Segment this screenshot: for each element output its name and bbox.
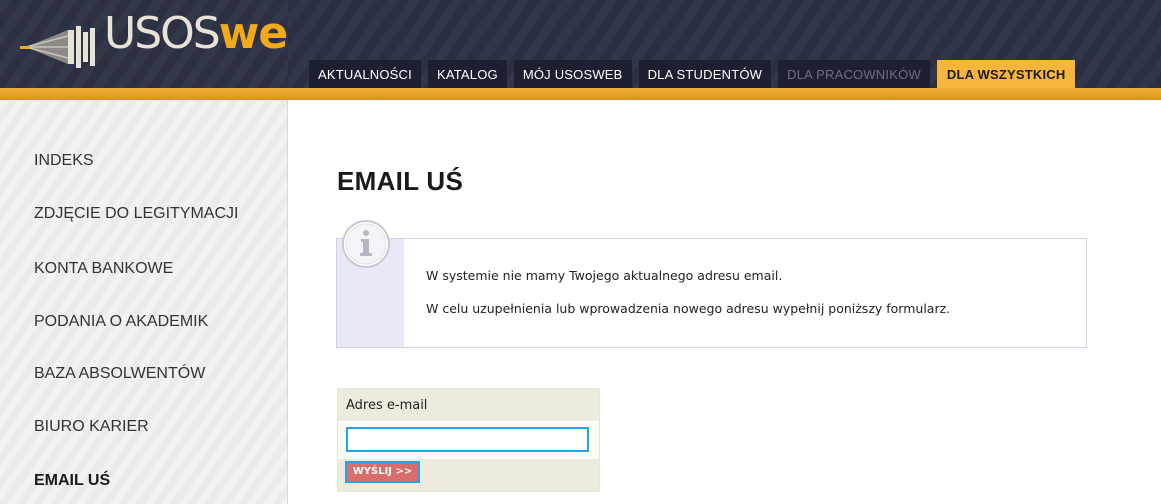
info-line-2: W celu uzupełnienia lub wprowadzenia now… xyxy=(426,301,951,316)
sidebar-item-email-us[interactable]: EMAIL UŚ xyxy=(34,472,110,490)
sidebar-item-indeks[interactable]: INDEKS xyxy=(34,152,94,170)
sidebar-item-zdjecie-do-legitymacji[interactable]: ZDJĘCIE DO LEGITYMACJI xyxy=(34,205,238,223)
email-input[interactable] xyxy=(346,427,589,452)
tab-dla-studentow[interactable]: DLA STUDENTÓW xyxy=(638,60,772,88)
info-icon xyxy=(342,220,390,268)
tab-katalog[interactable]: KATALOG xyxy=(427,60,507,88)
tab-aktualnosci[interactable]: AKTUALNOŚCI xyxy=(309,60,421,88)
header-accent-bar xyxy=(0,88,1161,100)
info-line-1: W systemie nie mamy Twojego aktualnego a… xyxy=(426,268,783,283)
form-label-row: Adres e-mail xyxy=(338,389,599,423)
tab-dla-wszystkich[interactable]: DLA WSZYSTKICH xyxy=(936,60,1076,88)
logo-text: USOSweb xyxy=(104,8,319,59)
main-tabs: AKTUALNOŚCI KATALOG MÓJ USOSWEB DLA STUD… xyxy=(309,60,1082,88)
logo-bars-icon xyxy=(20,26,95,68)
tab-moj-usosweb[interactable]: MÓJ USOSWEB xyxy=(513,60,632,88)
sidebar-item-biuro-karier[interactable]: BIURO KARIER xyxy=(34,418,149,436)
info-box xyxy=(336,238,1087,348)
header: USOSweb AKTUALNOŚCI KATALOG MÓJ USOSWEB … xyxy=(0,0,1161,100)
logo-text-us: USOS xyxy=(104,8,221,59)
usosweb-logo[interactable]: USOSweb xyxy=(20,8,319,78)
page-title: EMAIL UŚ xyxy=(337,166,464,196)
sidebar-item-podania-o-akademik[interactable]: PODANIA O AKADEMIK xyxy=(34,313,208,331)
sidebar-item-konta-bankowe[interactable]: KONTA BANKOWE xyxy=(34,260,173,278)
logo-area: USOSweb xyxy=(0,0,319,100)
sidebar-item-baza-absolwentow[interactable]: BAZA ABSOLWENTÓW xyxy=(34,365,205,383)
email-label: Adres e-mail xyxy=(346,398,428,413)
tab-dla-pracownikow: DLA PRACOWNIKÓW xyxy=(778,60,930,88)
submit-button[interactable]: WYŚLIJ >> xyxy=(345,461,420,483)
